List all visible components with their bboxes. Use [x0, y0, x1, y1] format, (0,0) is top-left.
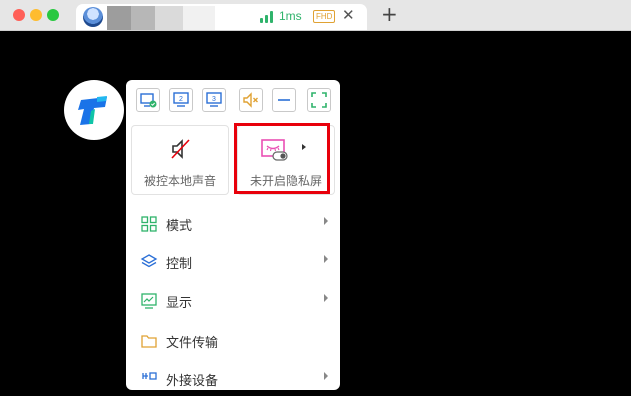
submenu-arrow-icon [324, 372, 328, 380]
speaker-off-icon [171, 139, 190, 159]
local-sound-toggle[interactable]: 被控本地声音 [131, 125, 229, 195]
signal-strength-icon [260, 11, 274, 23]
menu-item-file-transfer[interactable]: 文件传输 [126, 324, 340, 358]
privacy-screen-label: 未开启隐私屏 [249, 174, 322, 188]
zoom-window-button[interactable] [47, 9, 59, 21]
layers-icon [140, 254, 158, 268]
quality-badge[interactable]: FHD [313, 10, 336, 23]
monitor-chart-icon [141, 293, 157, 309]
menu-item-mode[interactable]: 模式 [126, 207, 340, 241]
redacted-device-name [107, 6, 131, 30]
browser-tab-bar: 1ms FHD ✕ + [0, 0, 631, 31]
menu-item-external-device[interactable]: 外接设备 [126, 362, 340, 396]
menu-item-label: 模式 [166, 219, 193, 234]
menu-item-display[interactable]: 显示 [126, 284, 340, 318]
minimize-icon [278, 99, 290, 101]
todesk-logo-icon [78, 96, 107, 125]
privacy-submenu-arrow-icon[interactable] [302, 144, 306, 150]
submenu-arrow-icon [324, 294, 328, 302]
redacted-device-name [155, 6, 183, 30]
display-2-button[interactable]: 2 [169, 88, 193, 112]
screen-select-icon [140, 93, 157, 108]
redacted-device-name [131, 6, 155, 30]
display-3-button[interactable]: 3 [202, 88, 226, 112]
local-sound-label: 被控本地声音 [143, 174, 216, 188]
display-number: 2 [179, 96, 183, 103]
display-3-icon: 3 [206, 92, 222, 107]
minimize-window-button[interactable] [30, 9, 42, 21]
new-tab-button[interactable]: + [381, 3, 398, 25]
redacted-device-name [183, 6, 215, 30]
device-avatar [83, 7, 103, 27]
submenu-arrow-icon [324, 217, 328, 225]
submenu-arrow-icon [324, 255, 328, 263]
menu-item-label: 文件传输 [166, 336, 219, 351]
device-icon [142, 372, 157, 380]
app-logo-button[interactable] [64, 80, 124, 140]
session-tab[interactable]: 1ms FHD ✕ [76, 4, 367, 30]
close-tab-icon[interactable]: ✕ [342, 6, 355, 24]
grid-icon [141, 216, 157, 232]
fullscreen-button[interactable] [307, 88, 331, 112]
mute-button[interactable] [239, 88, 263, 112]
menu-item-control[interactable]: 控制 [126, 245, 340, 279]
close-window-button[interactable] [13, 9, 25, 21]
latency-label: 1ms [279, 9, 302, 23]
control-menu-panel: 2 3 被控本地声音 未开启隐私屏 模式 控制 显示 文件传输 外接设备 [126, 80, 340, 390]
menu-item-label: 显示 [166, 296, 193, 311]
display-number: 3 [212, 96, 216, 103]
menu-item-label: 控制 [166, 257, 193, 272]
privacy-screen-toggle[interactable]: 未开启隐私屏 [237, 125, 335, 195]
minimize-button[interactable] [272, 88, 296, 112]
display-2-icon: 2 [173, 92, 189, 107]
screen-select-button[interactable] [136, 88, 160, 112]
mute-icon [243, 92, 258, 108]
quick-toolbar: 2 3 [126, 88, 340, 116]
privacy-screen-icon [261, 139, 288, 161]
folder-icon [141, 335, 157, 348]
fullscreen-icon [311, 92, 327, 108]
